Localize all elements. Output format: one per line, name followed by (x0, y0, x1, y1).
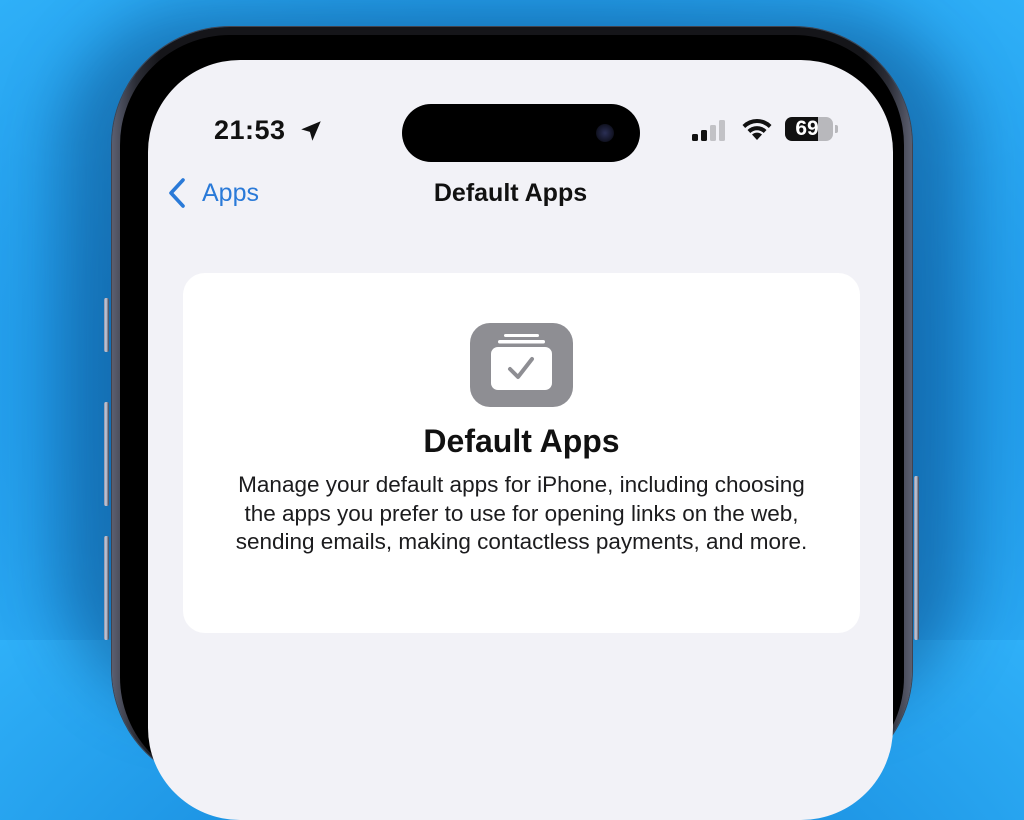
battery-indicator: 69 (785, 117, 833, 141)
front-camera (596, 124, 614, 142)
dynamic-island (402, 104, 640, 162)
phone-screen: 21:53 69 Apps Default Apps Default Apps … (148, 60, 893, 820)
page-title: Default Apps (433, 179, 588, 207)
default-apps-icon (470, 323, 573, 407)
battery-tip (835, 125, 838, 133)
wifi-icon (742, 118, 772, 140)
iphone-frame: 21:53 69 Apps Default Apps Default Apps … (112, 27, 912, 820)
phone-bezel: 21:53 69 Apps Default Apps Default Apps … (120, 35, 904, 820)
default-apps-checkmark-icon (491, 334, 552, 390)
cellular-signal-icon (692, 120, 725, 141)
volume-down-button (104, 536, 109, 640)
side-power-button (914, 476, 919, 640)
action-button (104, 298, 109, 352)
card-description: Manage your default apps for iPhone, inc… (235, 472, 808, 554)
status-time: 21:53 (214, 115, 286, 145)
volume-up-button (104, 402, 109, 506)
default-apps-info-card: Default Apps Manage your default apps fo… (183, 273, 860, 633)
location-arrow-icon (301, 121, 321, 141)
battery-level: 69 (795, 117, 819, 140)
card-title: Default Apps (423, 423, 620, 459)
